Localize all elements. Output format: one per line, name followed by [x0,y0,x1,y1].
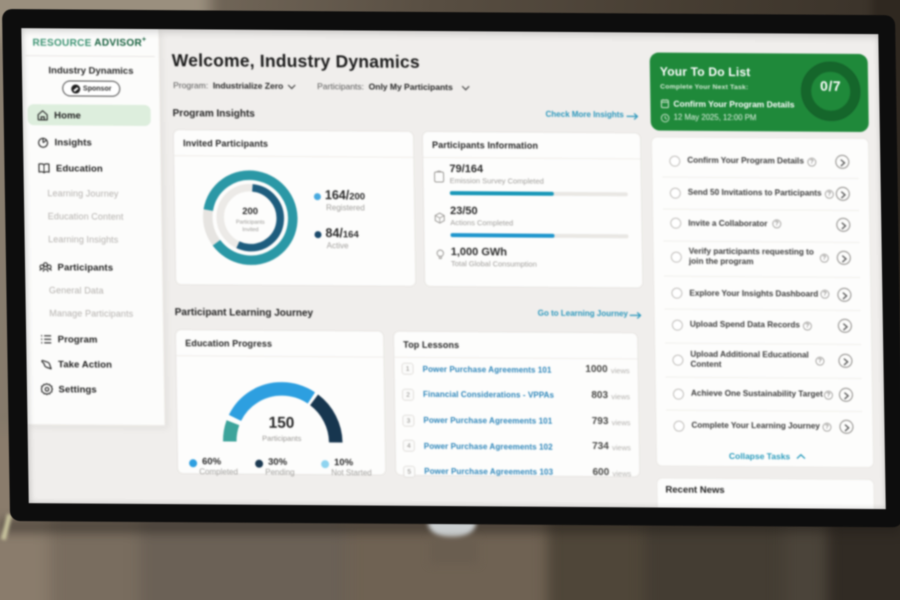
svg-text:Participants: Participants [236,219,265,225]
svg-text:Invited: Invited [242,227,258,233]
svg-text:200: 200 [242,206,258,217]
